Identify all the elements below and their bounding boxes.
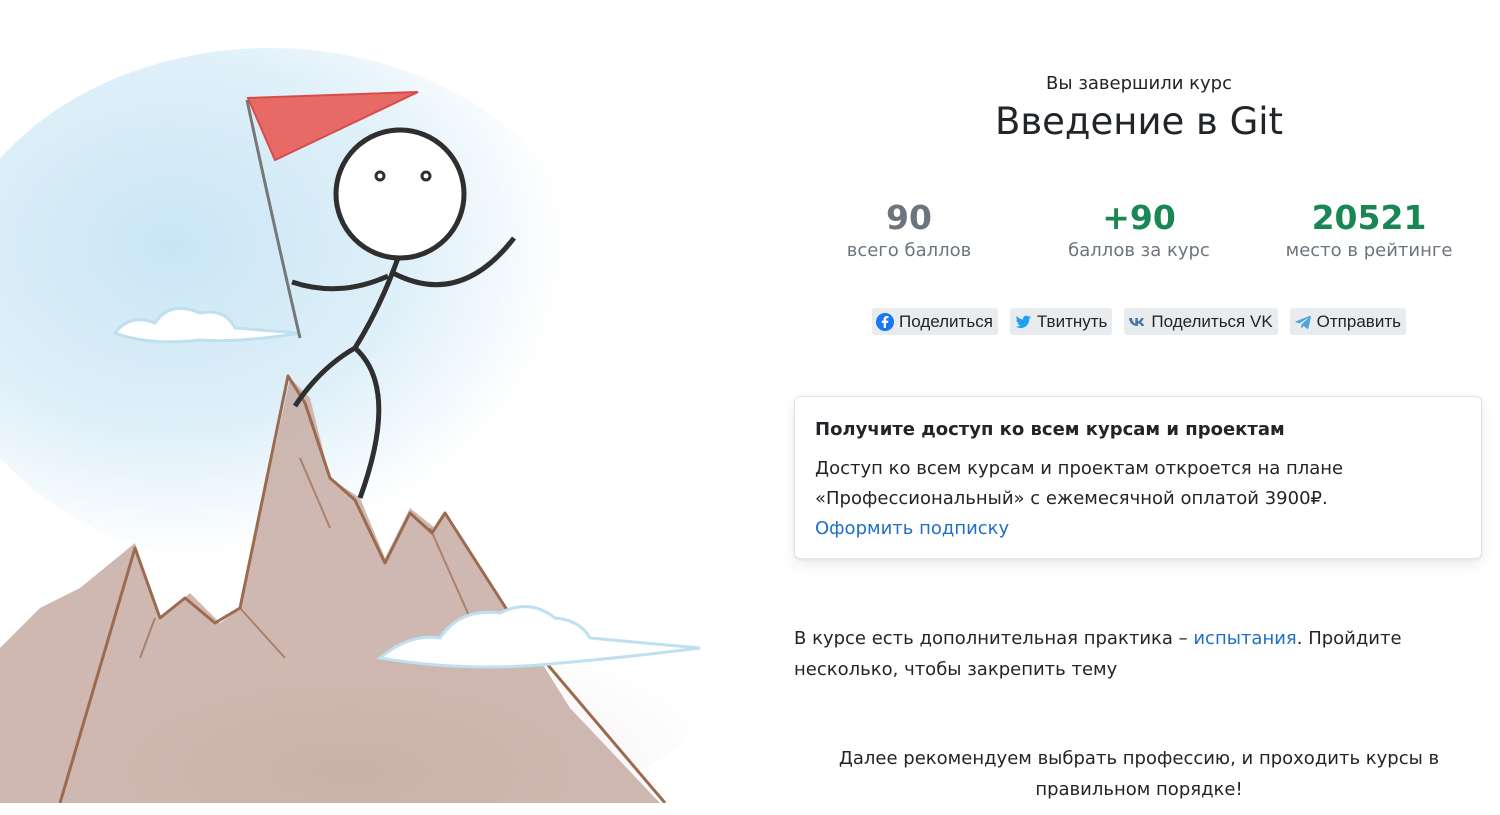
facebook-icon [875,312,895,332]
stat-course-points: +90 баллов за курс [1024,198,1254,261]
share-facebook-label: Поделиться [899,311,993,331]
share-twitter-button[interactable]: Твитнуть [1009,308,1113,335]
subscription-card: Получите доступ ко всем курсам и проекта… [794,396,1482,559]
subscription-text-line: Доступ ко всем курсам и проектам откроет… [815,458,1344,479]
stat-value: +90 [1102,198,1176,237]
subscription-card-title: Получите доступ ко всем курсам и проекта… [815,419,1285,440]
subscribe-link[interactable]: Оформить подписку [815,518,1009,539]
stat-value: 20521 [1311,198,1427,237]
course-complete-panel: Вы завершили курс Введение в Git 90 всег… [794,0,1484,815]
subscription-card-text: Доступ ко всем курсам и проектам откроет… [815,454,1461,544]
course-complete-illustration [0,8,735,803]
share-vk-label: Поделиться VK [1151,311,1273,331]
subscription-text-line: «Профессиональный» с ежемесячной оплатой… [815,488,1328,509]
recommendation-line: правильном порядке! [1035,779,1243,800]
share-vk-button[interactable]: Поделиться VK [1124,308,1278,335]
vk-icon [1127,312,1147,332]
practice-note: В курсе есть дополнительная практика – и… [794,623,1484,685]
stat-label: место в рейтинге [1285,240,1453,261]
stats-row: 90 всего баллов +90 баллов за курс 20521… [794,198,1484,261]
stat-label: всего баллов [846,240,972,261]
practice-text-before: В курсе есть дополнительная практика – [794,628,1194,649]
recommendation-line: Далее рекомендуем выбрать профессию, и п… [838,748,1440,769]
twitter-icon [1013,312,1033,332]
challenges-link[interactable]: испытания [1193,628,1296,649]
telegram-icon [1293,312,1313,332]
share-twitter-label: Твитнуть [1036,311,1108,331]
stat-label: баллов за курс [1068,240,1210,261]
share-facebook-button[interactable]: Поделиться [872,308,998,335]
stat-value: 90 [886,198,932,237]
share-telegram-button[interactable]: Отправить [1289,308,1406,335]
profession-recommendation: Далее рекомендуем выбрать профессию, и п… [794,743,1484,805]
course-title: Введение в Git [994,100,1284,143]
share-buttons: Поделиться Твитнуть Поделиться VK Отправ… [794,308,1484,335]
stat-total-points: 90 всего баллов [794,198,1024,261]
completion-subtitle: Вы завершили курс [1046,73,1232,94]
stat-rating-place: 20521 место в рейтинге [1254,198,1484,261]
share-telegram-label: Отправить [1316,311,1401,331]
